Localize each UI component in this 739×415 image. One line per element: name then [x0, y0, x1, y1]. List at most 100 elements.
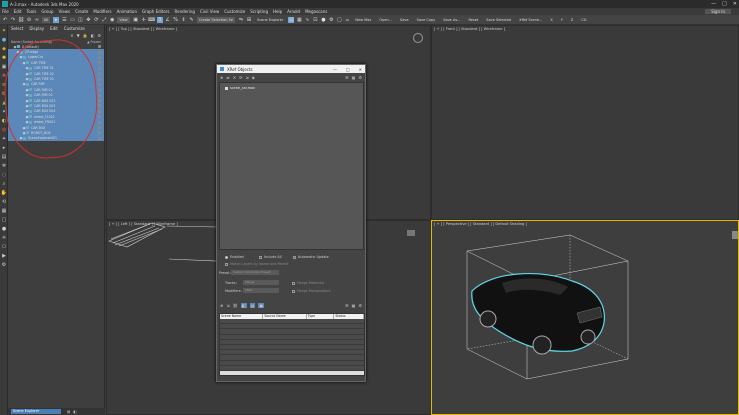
tab-select[interactable]: Select: [11, 26, 23, 31]
freeze-icon[interactable]: [98, 93, 101, 97]
axis-z-button[interactable]: Z: [568, 17, 576, 23]
xref-file-list[interactable]: scene_car.max: [219, 82, 364, 250]
new-max-button[interactable]: New Max: [352, 17, 374, 23]
convert-icon[interactable]: ⇄: [226, 75, 229, 80]
link-icon[interactable]: ⛓: [18, 17, 24, 23]
include-all-checkbox[interactable]: Include All: [259, 255, 282, 259]
shapes-icon[interactable]: ◆: [1, 46, 7, 52]
mirror-icon[interactable]: ⇋: [238, 17, 244, 23]
viewport-perspective[interactable]: [ + ] [ Perspective ] [ Standard ] [ Def…: [431, 220, 739, 415]
freeze-icon[interactable]: [98, 77, 101, 81]
angle-snap-icon[interactable]: ∠: [165, 17, 171, 23]
create-panel-icon[interactable]: ✶: [1, 28, 7, 34]
freeze-icon[interactable]: [98, 72, 101, 76]
selection-filter-dropdown[interactable]: All: [42, 16, 51, 23]
place-icon[interactable]: ◉: [109, 17, 115, 23]
menu-rendering[interactable]: Rendering: [175, 9, 195, 14]
merge-icon[interactable]: ⇲: [245, 75, 248, 80]
open-button[interactable]: Open...: [376, 17, 395, 23]
systems-icon[interactable]: ⚙: [1, 91, 7, 97]
display-icon[interactable]: ◍: [1, 127, 7, 133]
align-icon[interactable]: ⊞: [246, 17, 252, 23]
menu-group[interactable]: Group: [41, 9, 53, 14]
unlink-icon[interactable]: ⊘: [26, 17, 32, 23]
automatic-update-checkbox[interactable]: Automatic Update: [293, 255, 329, 259]
edit-named-selection-icon[interactable]: ✎: [189, 17, 195, 23]
add-file-icon[interactable]: ⊕: [220, 75, 223, 80]
hierarchy-icon[interactable]: ⚫: [1, 109, 7, 115]
freeze-icon[interactable]: [98, 82, 101, 86]
menu-edit[interactable]: Edit: [14, 9, 22, 14]
render-icon[interactable]: ☕: [344, 17, 350, 23]
minimize-button[interactable]: —: [711, 1, 716, 7]
ribbon-icon[interactable]: ▦: [296, 17, 302, 23]
viewport-front-label[interactable]: [ + ] [ Front ] [ Standard ] [ Wireframe…: [434, 27, 505, 31]
axis-x-button[interactable]: X: [547, 17, 555, 23]
freeze-icon[interactable]: [98, 136, 101, 140]
hide-tool-icon[interactable]: ◌: [1, 172, 7, 178]
menu-modifiers[interactable]: Modifiers: [93, 9, 111, 14]
xref-scene-button[interactable]: XRef Scene...: [516, 17, 545, 23]
tracks-dropdown[interactable]: Merge: [243, 280, 279, 285]
column-source-name[interactable]: Source Name: [263, 314, 307, 319]
light-tool-icon[interactable]: ☀: [1, 235, 7, 241]
tab-edit[interactable]: Edit: [50, 26, 58, 31]
freeze-icon[interactable]: [98, 50, 101, 54]
spinner-snap-icon[interactable]: ⇕: [181, 17, 187, 23]
camera-tool-icon[interactable]: ⎔: [1, 244, 7, 250]
close-icon[interactable]: ✕: [70, 33, 73, 38]
xref-maximize-button[interactable]: □: [346, 67, 350, 72]
entity-settings-icon[interactable]: ⚙: [358, 303, 362, 308]
save-button[interactable]: Save: [397, 17, 412, 23]
column-status[interactable]: Status: [334, 314, 364, 319]
bind-space-warp-icon[interactable]: ≈: [34, 17, 40, 23]
preset-dropdown[interactable]: Custom Controller Preset: [231, 270, 279, 275]
curve-editor-icon[interactable]: ∿: [304, 17, 310, 23]
snaps-toggle-icon[interactable]: 3: [156, 16, 163, 23]
axis-y-button[interactable]: Y: [558, 17, 566, 23]
menu-animation[interactable]: Animation: [117, 9, 137, 14]
layer-tool-icon[interactable]: ▤: [1, 154, 7, 160]
column-scene-name[interactable]: Scene Name: [220, 314, 264, 319]
column-name[interactable]: Name (Sorted Ascending): [11, 40, 52, 44]
space-warps-icon[interactable]: ≋: [1, 82, 7, 88]
lights-icon[interactable]: ✺: [1, 55, 7, 61]
save-selected-button[interactable]: Save Selected: [483, 17, 514, 23]
explorer-object-icon[interactable]: ◧: [73, 410, 76, 414]
entity-list-icon[interactable]: ☰: [345, 303, 349, 308]
merge-manipulators-checkbox[interactable]: Merge Manipulators: [292, 289, 331, 293]
render-tool-icon[interactable]: ▢: [1, 217, 7, 223]
rect-selection-icon[interactable]: ▭: [69, 17, 75, 23]
maximize-button[interactable]: □: [722, 1, 727, 7]
percent-snap-icon[interactable]: %: [173, 17, 179, 23]
freeze-icon[interactable]: [98, 131, 101, 135]
viewcube-perspective-icon[interactable]: [732, 231, 739, 239]
select-tool-icon[interactable]: ▸: [1, 145, 7, 151]
modifiers-dropdown[interactable]: XRef: [243, 288, 279, 293]
helpers-icon[interactable]: ✚: [1, 73, 7, 79]
highlight-icon[interactable]: ◈: [252, 75, 255, 80]
explorer-name-field[interactable]: Scene Explorer: [11, 409, 61, 414]
viewport-front[interactable]: [ + ] [ Front ] [ Standard ] [ Wireframe…: [431, 25, 739, 220]
freeze-icon[interactable]: [98, 115, 101, 119]
entity-view-icon[interactable]: ◧: [240, 302, 247, 308]
freeze-icon[interactable]: [98, 104, 101, 108]
render-frame-icon[interactable]: ▢: [336, 17, 342, 23]
freeze-icon[interactable]: [98, 66, 101, 70]
zoom-tool-icon[interactable]: ⌕: [1, 181, 7, 187]
close-button[interactable]: ✕: [733, 1, 737, 7]
menu-help[interactable]: Help: [273, 9, 282, 14]
scale-icon[interactable]: ⤢: [101, 17, 107, 23]
undo-icon[interactable]: ↶: [2, 17, 8, 23]
freeze-icon[interactable]: [98, 88, 101, 92]
freeze-tool-icon[interactable]: ❄: [1, 163, 7, 169]
column-frozen[interactable]: ▲ Frozen: [87, 40, 101, 44]
scene-explorer-button[interactable]: Scene Explorer: [254, 17, 286, 23]
pan-tool-icon[interactable]: ✋: [1, 190, 7, 196]
keyboard-shortcut-icon[interactable]: ⌨: [148, 17, 155, 23]
tab-customize[interactable]: Customize: [64, 26, 85, 31]
column-type[interactable]: Type: [307, 314, 335, 319]
entity-grid-icon[interactable]: ▦: [352, 303, 356, 308]
tab-display[interactable]: Display: [29, 26, 44, 31]
menu-megascans[interactable]: Megascans: [305, 9, 327, 14]
